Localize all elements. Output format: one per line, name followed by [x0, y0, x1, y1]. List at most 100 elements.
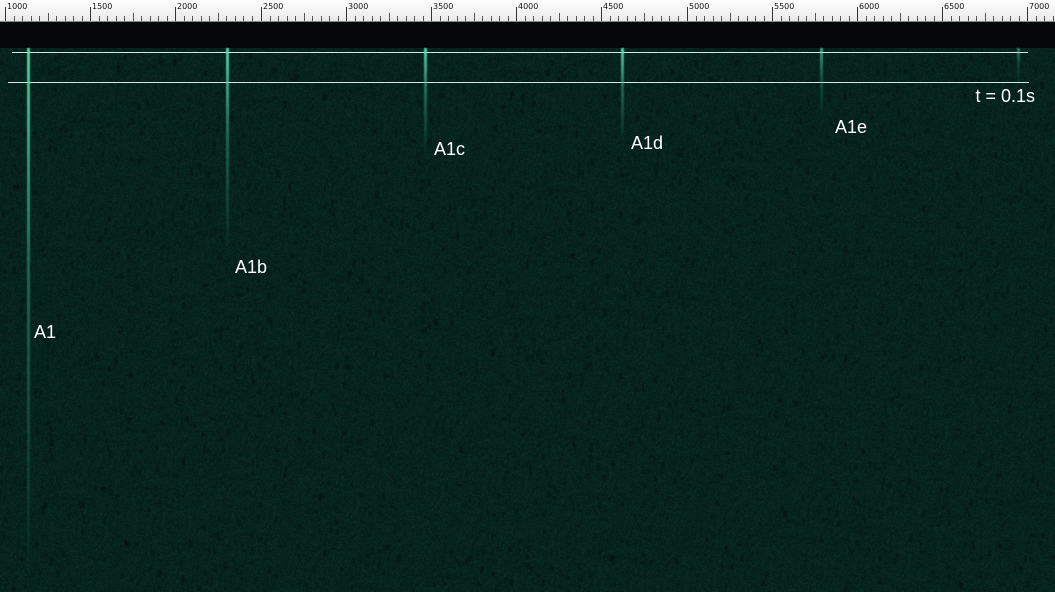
time-label: t = 0.1s [975, 86, 1035, 106]
ruler-minor-tick [124, 16, 125, 21]
ruler-minor-tick [866, 16, 867, 21]
ruler-minor-tick [48, 13, 49, 21]
ruler-minor-tick [150, 16, 151, 21]
ruler-minor-tick [747, 16, 748, 21]
ruler-minor-tick [576, 16, 577, 21]
ruler-minor-tick [1010, 16, 1011, 21]
ruler-minor-tick [1002, 16, 1003, 21]
ruler-minor-tick [192, 16, 193, 21]
ruler-minor-tick [448, 16, 449, 21]
ruler-minor-tick [652, 16, 653, 21]
frequency-ruler: 1000 1500 2000 2500 3000 3500 4000 4500 5000 5500… [0, 0, 1055, 22]
ruler-minor-tick [295, 16, 296, 21]
ruler-minor-tick [321, 16, 322, 21]
ruler-minor-tick [363, 16, 364, 21]
ruler-minor-tick [414, 16, 415, 21]
ruler-minor-tick [440, 16, 441, 21]
ruler-minor-tick [499, 16, 500, 21]
ruler-minor-tick [840, 16, 841, 21]
ruler-major-tick [346, 7, 347, 21]
marker-line-time [8, 82, 1029, 83]
spectrogram [0, 48, 1055, 592]
spectrogram-noise [0, 48, 1055, 592]
ruler-major-tick [601, 7, 602, 21]
ruler-minor-tick [141, 16, 142, 21]
ruler-minor-tick [39, 16, 40, 21]
ruler-minor-tick [278, 16, 279, 21]
ruler-tick-label: 6000 [859, 2, 880, 11]
peak-streak-a1d [621, 48, 624, 143]
ruler-minor-tick [73, 16, 74, 21]
ruler-minor-tick [508, 16, 509, 21]
ruler-tick-label: 3500 [433, 2, 454, 11]
ruler-minor-tick [832, 16, 833, 21]
ruler-minor-tick [798, 16, 799, 21]
ruler-minor-tick [167, 16, 168, 21]
ruler-minor-tick [610, 16, 611, 21]
peak-label-a1: A1 [34, 322, 57, 342]
ruler-minor-tick [635, 16, 636, 21]
ruler-minor-tick [1053, 16, 1054, 21]
ruler-minor-tick [474, 13, 475, 21]
ruler-minor-tick [925, 16, 926, 21]
ruler-minor-tick [491, 16, 492, 21]
marker-line-top [12, 52, 1028, 53]
ruler-tick-label: 1000 [7, 2, 28, 11]
ruler-minor-tick [218, 13, 219, 21]
ruler-minor-tick [1036, 16, 1037, 21]
ruler-major-tick [261, 7, 262, 21]
ruler-minor-tick [738, 16, 739, 21]
ruler-minor-tick [781, 16, 782, 21]
ruler-minor-tick [644, 13, 645, 21]
peak-label-a1c: A1c [434, 139, 466, 159]
ruler-minor-tick [874, 16, 875, 21]
ruler-minor-tick [31, 16, 32, 21]
ruler-tick-label: 3000 [348, 2, 369, 11]
ruler-tick-label: 1500 [92, 2, 113, 11]
ruler-minor-tick [226, 16, 227, 21]
ruler-minor-tick [713, 16, 714, 21]
ruler-major-tick [5, 7, 6, 21]
ruler-minor-tick [951, 16, 952, 21]
ruler-minor-tick [934, 16, 935, 21]
ruler-major-tick [687, 7, 688, 21]
ruler-minor-tick [56, 16, 57, 21]
ruler-minor-tick [482, 16, 483, 21]
ruler-minor-tick [380, 16, 381, 21]
ruler-minor-tick [542, 16, 543, 21]
ruler-minor-tick [287, 16, 288, 21]
ruler-minor-tick [849, 16, 850, 21]
ruler-minor-tick [704, 16, 705, 21]
ruler-minor-tick [329, 16, 330, 21]
ruler-minor-tick [304, 13, 305, 21]
ruler-minor-tick [678, 16, 679, 21]
ruler-minor-tick [312, 16, 313, 21]
peak-streak-a1 [27, 48, 30, 592]
ruler-minor-tick [917, 16, 918, 21]
ruler-minor-tick [406, 16, 407, 21]
ruler-minor-tick [65, 16, 66, 21]
ruler-minor-tick [133, 13, 134, 21]
ruler-minor-tick [593, 16, 594, 21]
peak-streak-a1c [424, 48, 427, 158]
ruler-minor-tick [584, 16, 585, 21]
ruler-minor-tick [270, 16, 271, 21]
ruler-minor-tick [116, 16, 117, 21]
ruler-minor-tick [397, 16, 398, 21]
ruler-minor-tick [567, 16, 568, 21]
ruler-minor-tick [355, 16, 356, 21]
ruler-minor-tick [158, 16, 159, 21]
ruler-minor-tick [815, 13, 816, 21]
ruler-major-tick [431, 7, 432, 21]
peak-label-a1e: A1e [835, 117, 868, 137]
ruler-tick-label: 5000 [689, 2, 710, 11]
ruler-minor-tick [993, 16, 994, 21]
ruler-tick-label: 5500 [774, 2, 795, 11]
ruler-minor-tick [721, 16, 722, 21]
ruler-minor-tick [789, 16, 790, 21]
ruler-minor-tick [618, 16, 619, 21]
ruler-minor-tick [559, 13, 560, 21]
ruler-minor-tick [372, 16, 373, 21]
ruler-tick-label: 2500 [263, 2, 284, 11]
peak-streak-a1b [226, 48, 229, 258]
